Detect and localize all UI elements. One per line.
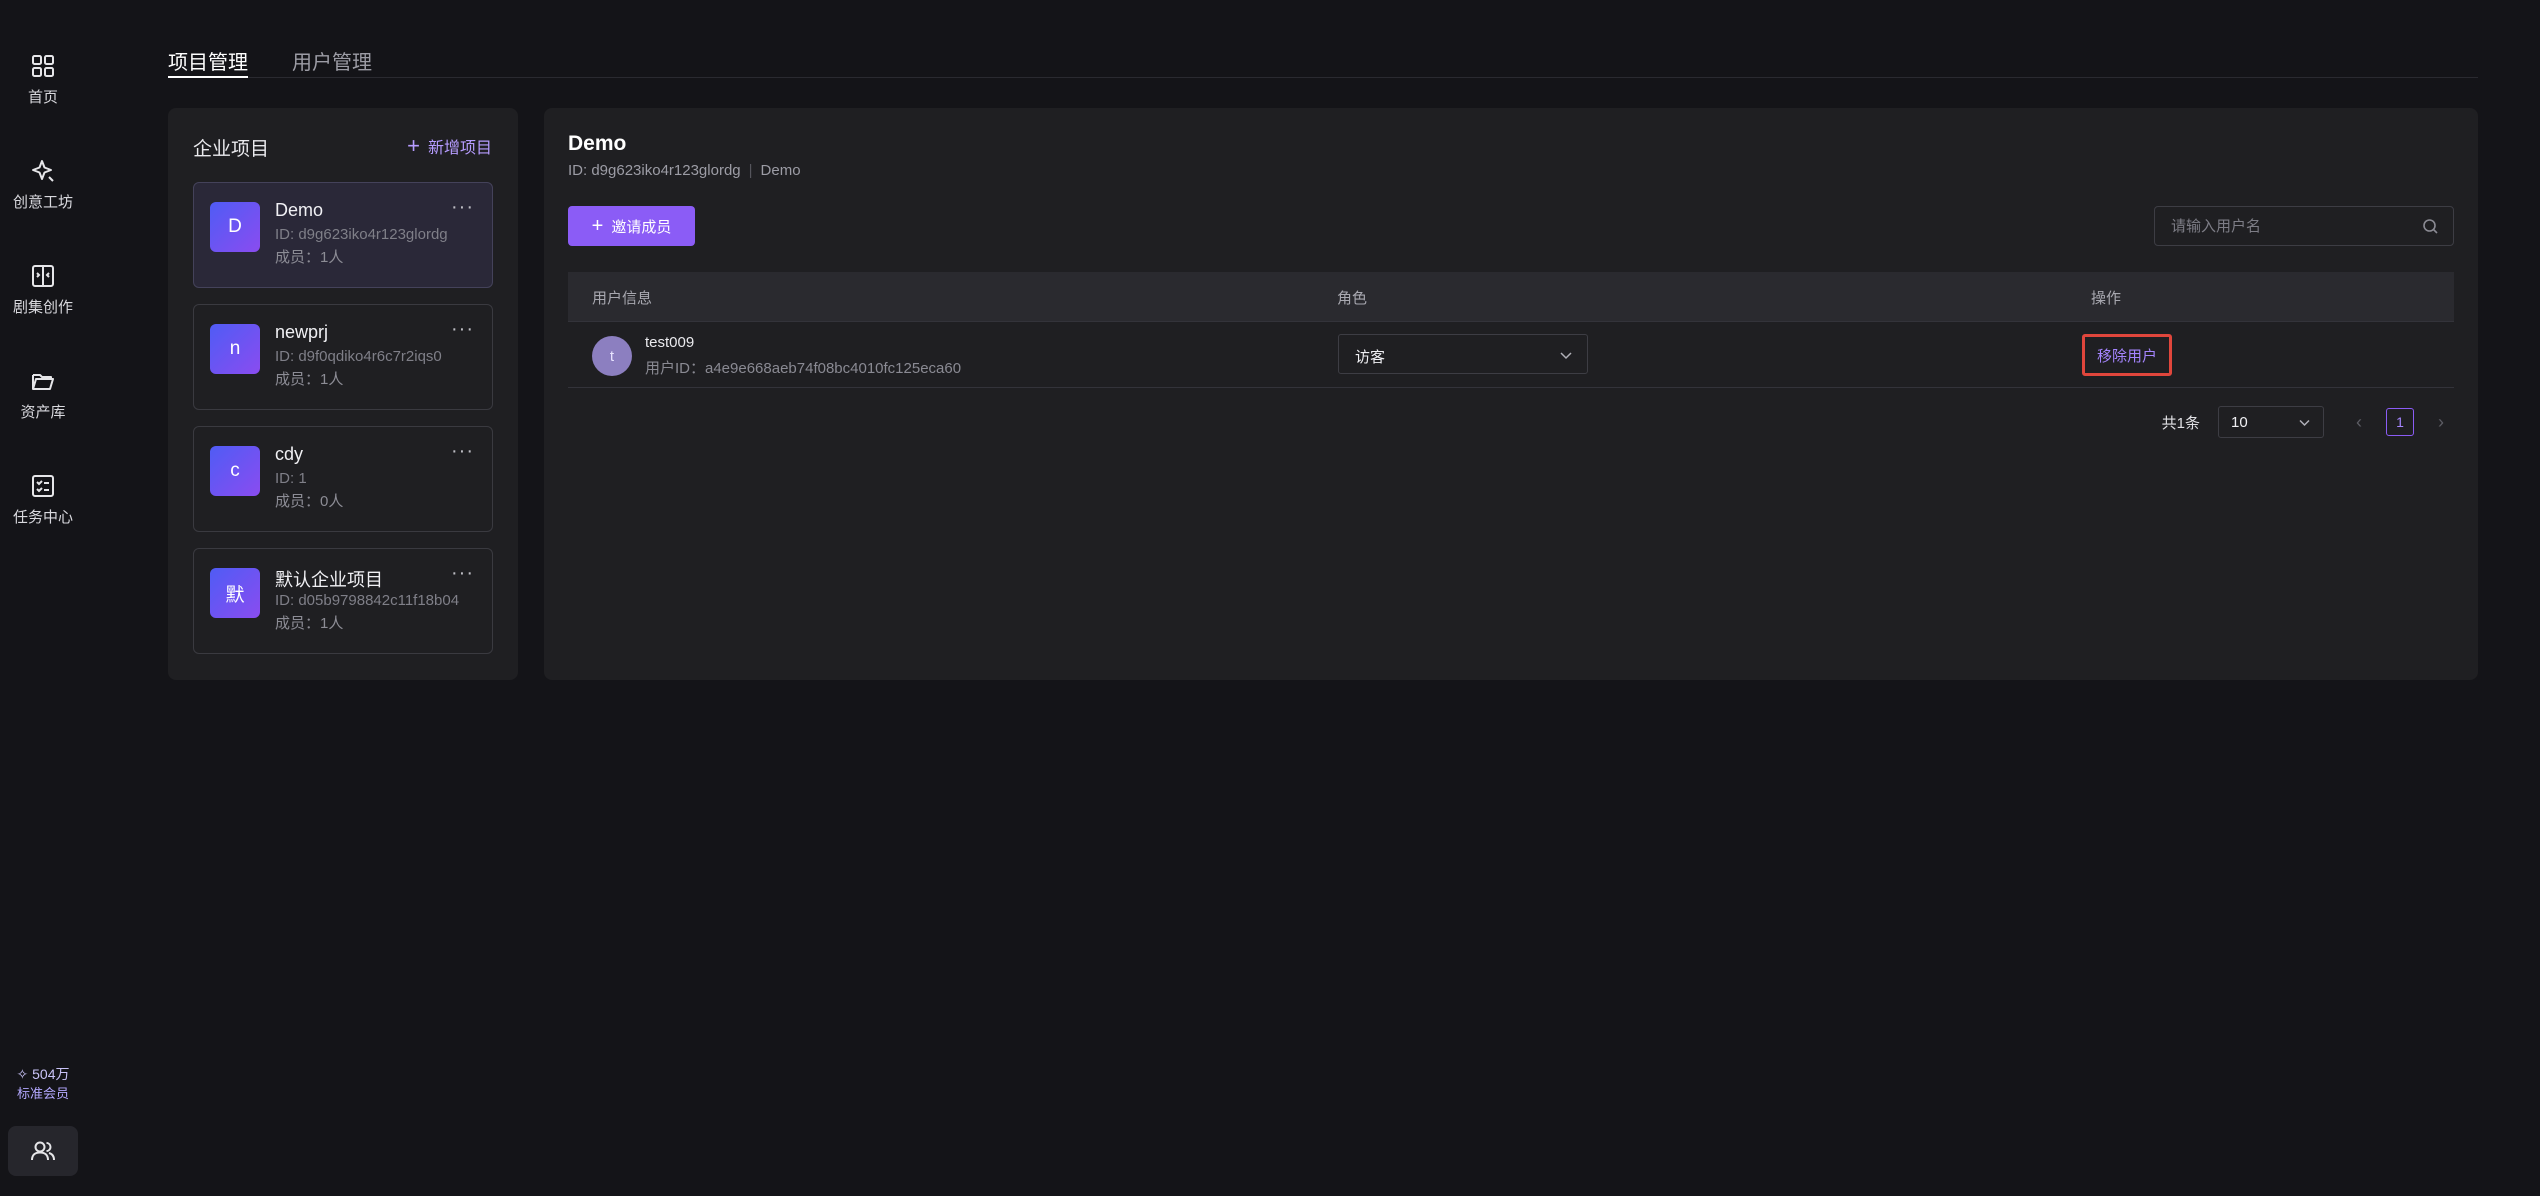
nav-label: 资产库 [20,404,66,421]
user-id: 用户ID：a4e9e668aeb74f08bc4010fc125eca60 [645,360,962,377]
membership-label: 标准会员 [16,1086,69,1101]
project-avatar: c [210,446,260,496]
project-name: 默认企业项目 [275,570,383,590]
more-icon[interactable]: ··· [451,563,474,583]
more-icon[interactable]: ··· [451,197,474,217]
project-members: 成员：0人 [275,493,344,510]
role-select[interactable]: 访客 [1338,334,1588,374]
project-id: ID: d9g623iko4r123glordg [275,226,448,243]
more-icon[interactable]: ··· [451,441,474,461]
page-size-select[interactable]: 10 [2218,406,2324,438]
plus-icon: + [407,133,420,158]
remove-user-button[interactable]: 移除用户 [2082,334,2172,376]
project-id: ID: d9f0qdiko4r6c7r2iqs0 [275,348,442,365]
chevron-down-icon [2299,419,2310,427]
user-button[interactable] [8,1126,78,1176]
projects-panel-title: 企业项目 [193,139,270,160]
table-header: 用户信息 角色 操作 [568,272,2454,322]
page-number[interactable]: 1 [2386,408,2414,436]
column-header-user: 用户信息 [592,290,653,307]
add-project-label: 新增项目 [427,140,492,157]
nav-item-task-center[interactable]: 任务中心 [0,462,86,542]
project-id: ID: d9g623iko4r123glordg [568,162,741,179]
project-meta: ID: d9g623iko4r123glordg | Demo [568,162,801,179]
tab-user-management[interactable]: 用户管理 [292,46,372,78]
project-name: cdy [275,444,304,464]
nav-item-creative-workshop[interactable]: 创意工坊 [0,147,86,227]
search-box [2154,206,2454,246]
pagination: 共1条 10 ‹ 1 › [2162,406,2454,438]
total-count: 共1条 [2161,414,2200,432]
project-members: 成员：1人 [275,615,344,632]
project-name: Demo [275,200,324,220]
more-icon[interactable]: ··· [451,319,474,339]
column-header-role: 角色 [1337,290,1368,307]
left-rail: 首页 创意工坊 剧集创作 资产库 任务中心 ✧ 504万 标准会员 [0,0,86,1196]
users-icon [31,1141,55,1161]
table-row: t test009 用户ID：a4e9e668aeb74f08bc4010fc1… [568,322,2454,388]
project-card[interactable]: c cdy ID: 1 成员：0人 ··· [193,426,493,532]
projects-panel: 企业项目 + 新增项目 D Demo ID: d9g623iko4r123glo… [168,108,518,680]
nav-label: 剧集创作 [12,299,73,316]
project-card[interactable]: 默 默认企业项目 ID: d05b9798842c11f18b04 成员：1人 … [193,548,493,654]
nav-label: 首页 [27,89,58,106]
project-card[interactable]: n newprj ID: d9f0qdiko4r6c7r2iqs0 成员：1人 … [193,304,493,410]
project-detail-panel: Demo ID: d9g623iko4r123glordg | Demo + 邀请成… [544,108,2478,680]
project-members: 成员：1人 [275,371,344,388]
project-avatar: n [210,324,260,374]
project-title: Demo [568,132,627,155]
column-header-action: 操作 [2091,290,2122,307]
nav-item-home[interactable]: 首页 [0,42,86,122]
user-name: test009 [645,334,695,351]
search-icon[interactable] [2422,218,2439,235]
nav-label: 创意工坊 [12,194,73,211]
page-size-value: 10 [2231,414,2248,431]
grid-icon [29,52,57,80]
project-members: 成员：1人 [275,249,344,266]
project-name: newprj [275,322,329,342]
app-root: 首页 创意工坊 剧集创作 资产库 任务中心 ✧ 504万 标准会员 项目管理 用… [0,0,2540,1196]
prev-page-button[interactable]: ‹ [2346,408,2372,436]
project-id: ID: 1 [275,470,307,487]
project-card[interactable]: D Demo ID: d9g623iko4r123glordg 成员：1人 ··… [193,182,493,288]
nav-label: 任务中心 [12,509,73,526]
nav-item-asset-library[interactable]: 资产库 [0,357,86,437]
user-avatar: t [592,336,632,376]
plus-icon: + [591,215,604,237]
invite-member-label: 邀请成员 [611,218,672,236]
next-page-button[interactable]: › [2428,408,2454,436]
members-table: 用户信息 角色 操作 t test009 用户ID：a4e9e668aeb74f… [568,272,2454,388]
project-avatar: 默 [210,568,260,618]
project-avatar: D [210,202,260,252]
sparkle-icon [29,157,57,185]
project-id: ID: d05b9798842c11f18b04 [275,592,460,609]
project-subtitle: Demo [760,162,801,179]
book-icon [29,262,57,290]
meta-divider: | [748,162,753,179]
invite-member-button[interactable]: + 邀请成员 [568,206,695,246]
tab-project-management[interactable]: 项目管理 [168,46,248,78]
chevron-down-icon [1560,352,1572,360]
top-tabs: 项目管理 用户管理 [168,36,2478,78]
folder-icon [29,367,57,395]
checklist-icon [29,472,57,500]
credits-info[interactable]: ✧ 504万 标准会员 [0,1064,86,1104]
role-value: 访客 [1355,349,1386,366]
credits-amount: ✧ 504万 [16,1066,70,1082]
nav-item-series-creation[interactable]: 剧集创作 [0,252,86,332]
username-search-input[interactable] [2171,207,2411,245]
add-project-button[interactable]: + 新增项目 [407,134,492,158]
